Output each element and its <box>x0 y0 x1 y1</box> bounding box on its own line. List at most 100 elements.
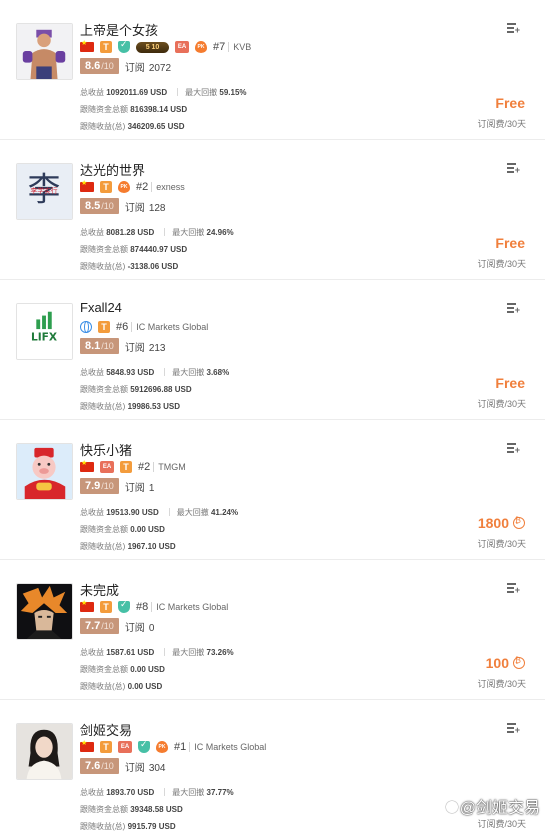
divider <box>189 742 191 752</box>
total-profit-value: 19513.90 USD <box>106 508 159 517</box>
t-badge-icon: T <box>120 461 132 473</box>
score-row: 7.9/10 订阅 1 <box>80 478 154 494</box>
add-to-list-icon[interactable]: + <box>507 162 520 175</box>
verified-shield-icon <box>138 740 150 753</box>
max-drawdown-value: 24.96% <box>206 228 234 237</box>
score-badge: 7.9/10 <box>80 478 119 494</box>
tag-row: EA T #2 TMGM <box>80 459 186 474</box>
trader-name[interactable]: 达光的世界 <box>80 160 145 179</box>
coin-icon <box>513 656 525 669</box>
subscription-price[interactable]: Free <box>495 95 525 111</box>
trader-name[interactable]: 未完成 <box>80 580 119 599</box>
add-to-list-icon[interactable]: + <box>507 582 520 595</box>
t-badge-icon: T <box>100 181 112 193</box>
trader-card[interactable]: 李 李学实行 达光的世界 T PK #2 exness 8.5/10 订阅128… <box>0 140 545 280</box>
add-to-list-icon[interactable]: + <box>507 302 520 315</box>
anime-character-avatar-icon[interactable] <box>16 583 73 640</box>
happy-pig-avatar-icon[interactable] <box>16 443 73 500</box>
max-drawdown-value: 59.15% <box>219 88 247 97</box>
tag-row: T #6 IC Markets Global <box>80 320 208 334</box>
follow-profit-value: -3138.06 USD <box>127 262 179 271</box>
divider <box>153 462 155 472</box>
tag-row: T #8 IC Markets Global <box>80 599 229 614</box>
trader-name[interactable]: 快乐小猪 <box>80 440 132 459</box>
trader-name[interactable]: Fxall24 <box>80 300 122 315</box>
fire-pk-icon: PK <box>156 741 168 753</box>
follow-profit-value: 1967.10 USD <box>127 542 176 551</box>
price-period: 订阅费/30天 <box>477 819 526 829</box>
watermark-logo-icon <box>445 801 458 813</box>
price-period: 订阅费/30天 <box>477 119 526 129</box>
stats-block: 总收益 8081.28 USD 最大回撤 24.96% 跟随资金总额 874440… <box>80 228 234 271</box>
rank-number: #8 <box>136 601 149 613</box>
score-row: 8.5/10 订阅 128 <box>80 198 166 214</box>
price-period: 订阅费/30天 <box>477 259 526 269</box>
broker-name: IC Markets Global <box>156 602 229 612</box>
score-badge: 8.1/10 <box>80 338 119 354</box>
tag-row: T 5 10 EA PK #7 KVB <box>80 39 251 54</box>
add-to-list-icon[interactable]: + <box>507 442 520 455</box>
avatar-text: LIFX <box>31 331 57 344</box>
fighter-avatar-icon[interactable] <box>16 23 73 80</box>
divider <box>228 42 230 52</box>
trader-card[interactable]: LIFX Fxall24 T #6 IC Markets Global 8.1/… <box>0 280 545 420</box>
total-profit-value: 1893.70 USD <box>106 788 155 797</box>
follow-funds-value: 0.00 USD <box>130 665 165 674</box>
stats-block: 总收益 1092011.69 USD 最大回撤 59.15% 跟随资金总额 816… <box>80 88 247 131</box>
globe-icon <box>80 321 92 333</box>
trader-card[interactable]: 上帝是个女孩 T 5 10 EA PK #7 KVB 8.6/10 订阅2072… <box>0 0 545 140</box>
subscription-price[interactable]: 1800 <box>478 515 525 531</box>
t-badge-icon: T <box>100 601 112 613</box>
avatar-subtext: 李学实行 <box>31 186 58 195</box>
verified-shield-icon <box>118 600 130 613</box>
subscriber-count: 订阅 1 <box>124 482 155 494</box>
girl-photo-avatar-icon[interactable] <box>16 723 73 780</box>
price-period: 订阅费/30天 <box>477 679 526 689</box>
price-period: 订阅费/30天 <box>477 399 526 409</box>
max-drawdown-value: 73.26% <box>206 648 234 657</box>
follow-profit-value: 0.00 USD <box>127 682 163 691</box>
score-row: 7.7/10 订阅 0 <box>80 618 154 634</box>
price-period: 订阅费/30天 <box>477 539 526 549</box>
follow-profit-value: 9915.79 USD <box>127 822 176 831</box>
rank-number: #7 <box>213 41 226 53</box>
subscriber-count: 订阅 0 <box>124 622 155 634</box>
fire-pk-icon: PK <box>195 41 207 53</box>
gold-level-badge: 5 10 <box>136 41 169 53</box>
broker-name: TMGM <box>158 462 186 472</box>
total-profit-value: 5848.93 USD <box>106 368 155 377</box>
coin-icon <box>513 516 525 529</box>
subscription-price[interactable]: 100 <box>486 655 525 671</box>
verified-shield-icon <box>118 40 130 53</box>
divider <box>131 322 133 332</box>
china-flag-icon <box>80 39 94 52</box>
score-badge: 8.6/10 <box>80 58 119 74</box>
china-flag-icon <box>80 179 94 192</box>
li-calligraphy-avatar-icon[interactable]: 李 李学实行 <box>16 163 73 220</box>
follow-profit-value: 19986.53 USD <box>127 402 181 411</box>
china-flag-icon <box>80 599 94 612</box>
t-badge-icon: T <box>98 321 110 333</box>
rank-number: #2 <box>136 181 149 193</box>
ea-badge-icon: EA <box>175 41 189 53</box>
score-badge: 7.7/10 <box>80 618 119 634</box>
t-badge-icon: T <box>100 41 112 53</box>
stats-block: 总收益 1893.70 USD 最大回撤 37.77% 跟随资金总额 39348.… <box>80 788 234 831</box>
max-drawdown-value: 41.24% <box>210 508 239 517</box>
subscription-price[interactable]: Free <box>495 235 525 251</box>
lifx-logo-avatar-icon[interactable]: LIFX <box>16 303 73 360</box>
max-drawdown-value: 37.77% <box>206 788 234 797</box>
trader-card[interactable]: 快乐小猪 EA T #2 TMGM 7.9/10 订阅1 总收益 19513.9… <box>0 420 545 560</box>
add-to-list-icon[interactable]: + <box>507 22 520 35</box>
add-to-list-icon[interactable]: + <box>507 722 520 735</box>
china-flag-icon <box>80 459 94 472</box>
total-profit-value: 1587.61 USD <box>106 648 155 657</box>
china-flag-icon <box>80 739 94 752</box>
trader-name[interactable]: 剑姬交易 <box>80 720 132 739</box>
trader-card[interactable]: 未完成 T #8 IC Markets Global 7.7/10 订阅0 总收… <box>0 560 545 700</box>
rank-number: #2 <box>138 461 151 473</box>
t-badge-icon: T <box>100 741 112 753</box>
subscription-price[interactable]: Free <box>495 375 525 391</box>
total-profit-value: 1092011.69 USD <box>106 88 168 97</box>
trader-name[interactable]: 上帝是个女孩 <box>80 20 158 39</box>
